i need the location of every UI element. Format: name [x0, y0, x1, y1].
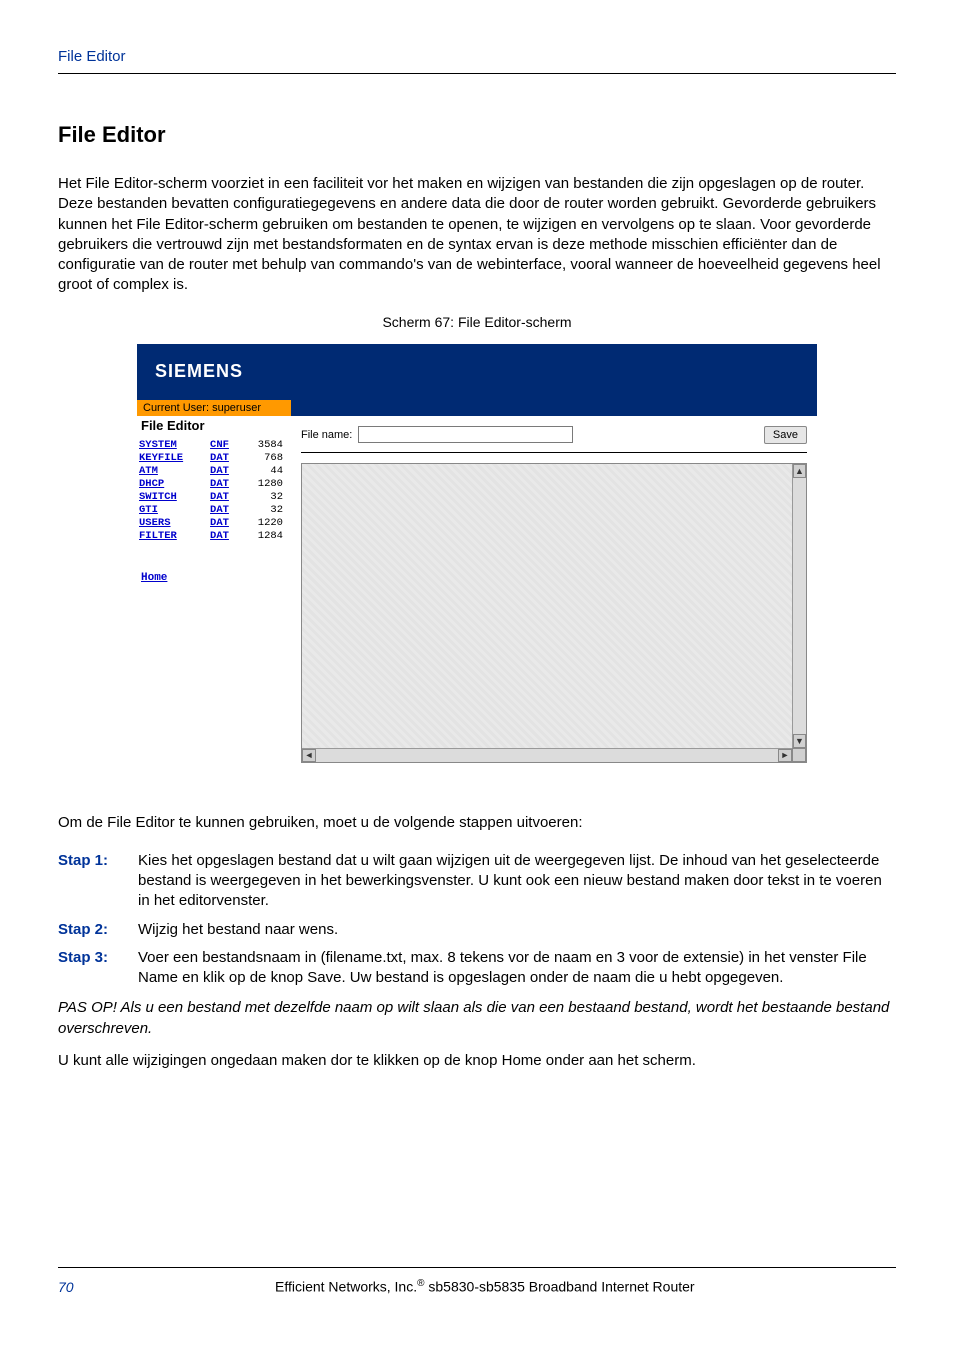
save-button[interactable]: Save [764, 426, 807, 444]
file-size: 32 [242, 491, 285, 504]
footer-company: Efficient Networks, Inc. [275, 1279, 417, 1295]
closing-paragraph: U kunt alle wijzigingen ongedaan maken d… [58, 1051, 896, 1071]
vertical-scrollbar[interactable]: ▲ ▼ [792, 464, 806, 748]
file-name-link[interactable]: FILTER [137, 530, 208, 543]
scroll-corner [792, 748, 806, 762]
scroll-left-icon[interactable]: ◄ [302, 749, 316, 762]
file-name-link[interactable]: SYSTEM [137, 439, 208, 452]
scroll-down-icon[interactable]: ▼ [793, 734, 806, 748]
editor-textarea[interactable]: ▲ ▼ ◄ ► [301, 463, 807, 763]
file-size: 1284 [242, 530, 285, 543]
file-ext: DAT [208, 491, 242, 504]
file-row[interactable]: ATM DAT 44 [137, 465, 285, 478]
file-ext: DAT [208, 465, 242, 478]
step-text: Wijzig het bestand naar wens. [138, 920, 896, 940]
file-name-link[interactable]: KEYFILE [137, 452, 208, 465]
file-row[interactable]: SWITCH DAT 32 [137, 491, 285, 504]
file-size: 44 [242, 465, 285, 478]
file-size: 768 [242, 452, 285, 465]
divider [301, 452, 807, 453]
horizontal-scrollbar[interactable]: ◄ ► [302, 748, 792, 762]
file-name-link[interactable]: USERS [137, 517, 208, 530]
page-footer: 70 Efficient Networks, Inc.® sb5830-sb58… [58, 1267, 896, 1295]
file-size: 32 [242, 504, 285, 517]
step-text: Voer een bestandsnaam in (filename.txt, … [138, 948, 896, 989]
current-user-bar: Current User: superuser [137, 400, 291, 416]
file-row[interactable]: SYSTEM CNF 3584 [137, 439, 285, 452]
home-link[interactable]: Home [141, 572, 167, 584]
file-size: 3584 [242, 439, 285, 452]
step-label: Stap 3: [58, 948, 118, 989]
figure-caption: Scherm 67: File Editor-scherm [58, 314, 896, 330]
main-pane: File name: Save ▲ ▼ ◄ ► [291, 416, 817, 773]
file-size: 1280 [242, 478, 285, 491]
footer-text: Efficient Networks, Inc.® sb5830-sb5835 … [275, 1278, 695, 1295]
file-ext: DAT [208, 530, 242, 543]
step-label: Stap 1: [58, 851, 118, 912]
step-row: Stap 2: Wijzig het bestand naar wens. [58, 920, 896, 940]
file-name-link[interactable]: DHCP [137, 478, 208, 491]
warning-note: PAS OP! Als u een bestand met dezelfde n… [58, 998, 896, 1039]
screenshot-figure: SIEMENS Current User: superuser File Edi… [137, 344, 817, 773]
step-row: Stap 1: Kies het opgeslagen bestand dat … [58, 851, 896, 912]
filename-input[interactable] [358, 426, 573, 443]
page-number: 70 [58, 1279, 74, 1295]
registered-icon: ® [417, 1278, 424, 1289]
step-label: Stap 2: [58, 920, 118, 940]
scroll-up-icon[interactable]: ▲ [793, 464, 806, 478]
file-ext: DAT [208, 517, 242, 530]
siemens-logo: SIEMENS [155, 361, 243, 382]
file-list: SYSTEM CNF 3584 KEYFILE DAT 768 ATM [137, 439, 285, 544]
file-row[interactable]: DHCP DAT 1280 [137, 478, 285, 491]
sidebar: File Editor SYSTEM CNF 3584 KEYFILE DAT [137, 416, 291, 773]
filename-label: File name: [301, 429, 352, 441]
file-ext: CNF [208, 439, 242, 452]
step-row: Stap 3: Voer een bestandsnaam in (filena… [58, 948, 896, 989]
file-row[interactable]: FILTER DAT 1284 [137, 530, 285, 543]
file-row[interactable]: KEYFILE DAT 768 [137, 452, 285, 465]
intro-paragraph: Het File Editor-scherm voorziet in een f… [58, 174, 896, 296]
file-name-link[interactable]: GTI [137, 504, 208, 517]
file-row[interactable]: USERS DAT 1220 [137, 517, 285, 530]
step-text: Kies het opgeslagen bestand dat u wilt g… [138, 851, 896, 912]
file-ext: DAT [208, 452, 242, 465]
steps-list: Stap 1: Kies het opgeslagen bestand dat … [58, 851, 896, 989]
footer-product: sb5830-sb5835 Broadband Internet Router [425, 1279, 695, 1295]
sidebar-title: File Editor [137, 418, 285, 439]
file-row[interactable]: GTI DAT 32 [137, 504, 285, 517]
section-title: File Editor [58, 122, 896, 148]
file-ext: DAT [208, 504, 242, 517]
file-name-link[interactable]: SWITCH [137, 491, 208, 504]
app-header: SIEMENS [137, 344, 817, 400]
running-header: File Editor [58, 48, 896, 74]
file-size: 1220 [242, 517, 285, 530]
file-name-link[interactable]: ATM [137, 465, 208, 478]
steps-leadin: Om de File Editor te kunnen gebruiken, m… [58, 813, 896, 833]
scroll-right-icon[interactable]: ► [778, 749, 792, 762]
file-ext: DAT [208, 478, 242, 491]
